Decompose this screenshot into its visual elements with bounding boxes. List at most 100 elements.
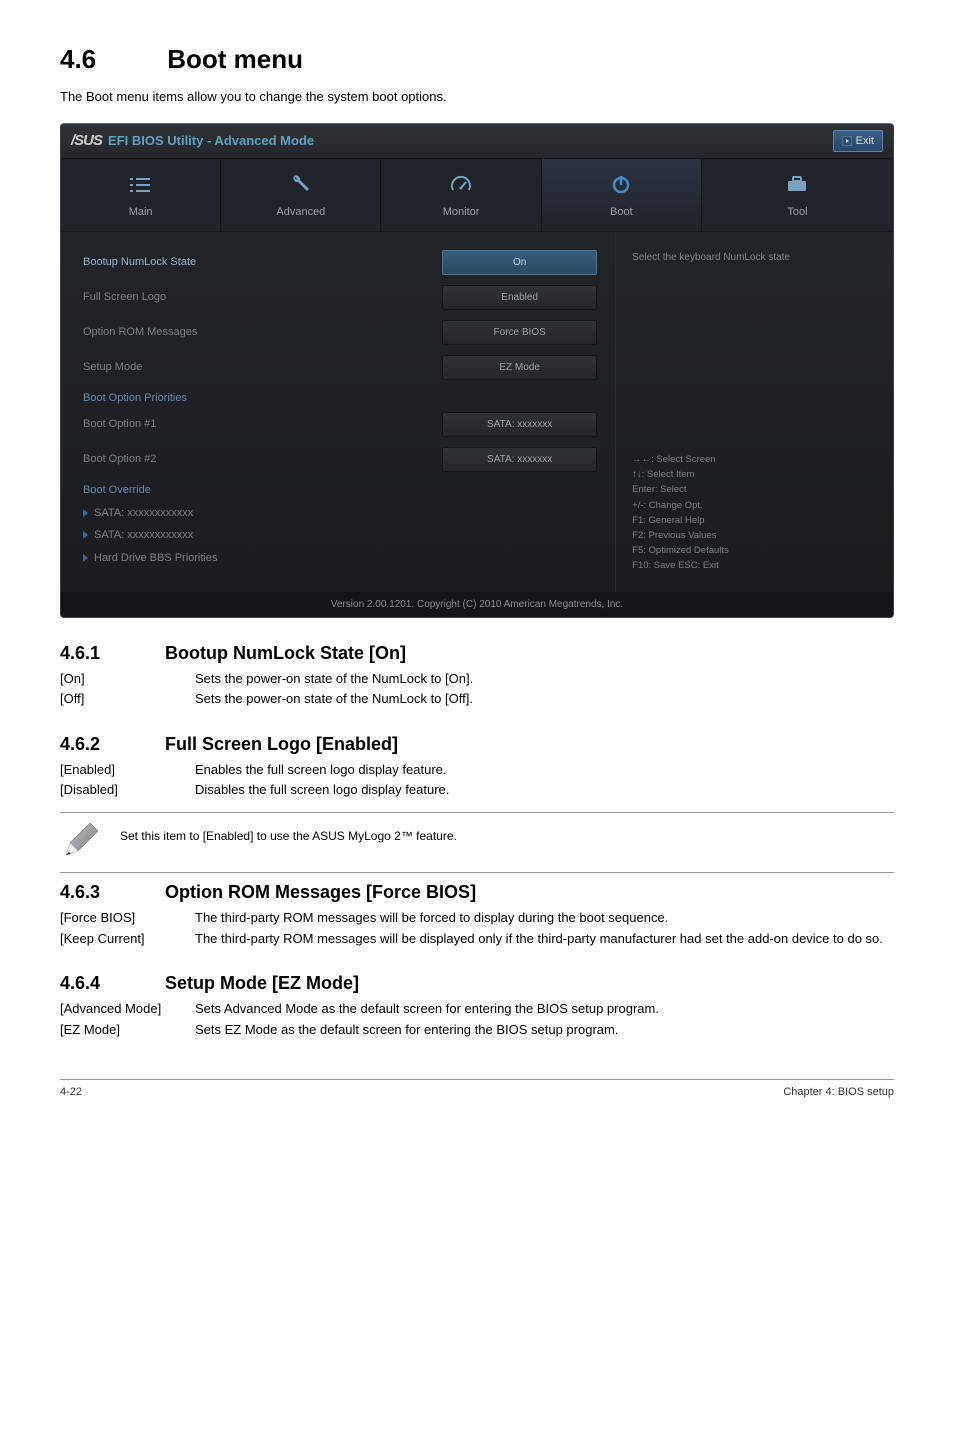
setting-rom-value[interactable]: Force BIOS <box>442 320 597 345</box>
help-key-8: F10: Save ESC: Exit <box>632 558 877 573</box>
tab-main-label: Main <box>129 206 153 218</box>
subsection-464-label: Setup Mode [EZ Mode] <box>165 973 359 993</box>
kv-key: [Enabled] <box>60 760 195 780</box>
note: Set this item to [Enabled] to use the AS… <box>60 812 894 874</box>
help-key-5: F1: General Help <box>632 513 877 528</box>
boot-priorities-header: Boot Option Priorities <box>83 390 597 407</box>
setting-logo-label: Full Screen Logo <box>83 289 442 306</box>
help-key-7: F5: Optimized Defaults <box>632 543 877 558</box>
kv-row: [Off]Sets the power-on state of the NumL… <box>60 689 894 709</box>
kv-val: Enables the full screen logo display fea… <box>195 760 447 780</box>
chapter-label: Chapter 4: BIOS setup <box>783 1084 894 1101</box>
override-item-3-label: Hard Drive BBS Priorities <box>94 550 217 567</box>
kv-val: Disables the full screen logo display fe… <box>195 780 449 800</box>
tab-advanced[interactable]: Advanced <box>221 159 381 231</box>
help-key-2: ↑↓: Select Item <box>632 467 877 482</box>
subsection-462-num: 4.6.2 <box>60 731 160 758</box>
subsection-462: 4.6.2 Full Screen Logo [Enabled] [Enable… <box>60 731 894 874</box>
boot-option-1-label: Boot Option #1 <box>83 416 442 433</box>
subsection-463-num: 4.6.3 <box>60 879 160 906</box>
setting-setup-label: Setup Mode <box>83 359 442 376</box>
kv-val: Sets the power-on state of the NumLock t… <box>195 689 473 709</box>
bios-footer: Version 2.00.1201. Copyright (C) 2010 Am… <box>61 592 893 617</box>
kv-key: [Advanced Mode] <box>60 999 195 1019</box>
tab-advanced-label: Advanced <box>276 206 325 218</box>
override-item-3[interactable]: Hard Drive BBS Priorities <box>83 550 597 567</box>
list-icon <box>61 173 220 197</box>
setting-logo-value[interactable]: Enabled <box>442 285 597 310</box>
subsection-464-num: 4.6.4 <box>60 970 160 997</box>
subsection-461-label: Bootup NumLock State [On] <box>165 643 406 663</box>
kv-key: [Off] <box>60 689 195 709</box>
bios-titlebar: /SUS EFI BIOS Utility - Advanced Mode Ex… <box>61 124 893 160</box>
kv-row: [Disabled]Disables the full screen logo … <box>60 780 894 800</box>
setting-numlock-label: Bootup NumLock State <box>83 254 442 271</box>
kv-key: [EZ Mode] <box>60 1020 195 1040</box>
tab-boot[interactable]: Boot <box>542 159 702 231</box>
bios-title-text: EFI BIOS Utility - Advanced Mode <box>108 131 314 151</box>
tab-monitor[interactable]: Monitor <box>381 159 541 231</box>
subsection-461-title: 4.6.1 Bootup NumLock State [On] <box>60 640 894 667</box>
setting-numlock-value[interactable]: On <box>442 250 597 275</box>
help-title: Select the keyboard NumLock state <box>632 250 877 265</box>
override-item-1[interactable]: SATA: xxxxxxxxxxxx <box>83 505 597 522</box>
help-key-3: Enter: Select <box>632 482 877 497</box>
tab-boot-label: Boot <box>610 206 633 218</box>
intro-text: The Boot menu items allow you to change … <box>60 87 894 107</box>
subsection-461-num: 4.6.1 <box>60 640 160 667</box>
setting-numlock[interactable]: Bootup NumLock State On <box>83 250 597 275</box>
tabbar: Main Advanced Monitor Boot Tool <box>61 159 893 232</box>
bios-title-left: /SUS EFI BIOS Utility - Advanced Mode <box>71 130 314 153</box>
boot-option-2-value[interactable]: SATA: xxxxxxx <box>442 447 597 472</box>
setting-setup[interactable]: Setup Mode EZ Mode <box>83 355 597 380</box>
note-text: Set this item to [Enabled] to use the AS… <box>120 819 457 845</box>
kv-row: [Force BIOS]The third-party ROM messages… <box>60 908 894 928</box>
page-title: 4.6 Boot menu <box>60 40 894 79</box>
help-key-1: →←: Select Screen <box>632 452 877 467</box>
tab-tool[interactable]: Tool <box>702 159 893 231</box>
section-title-text: Boot menu <box>167 40 303 79</box>
help-key-6: F2: Previous Values <box>632 528 877 543</box>
tab-monitor-label: Monitor <box>443 206 480 218</box>
setting-rom-label: Option ROM Messages <box>83 324 442 341</box>
subsection-464-title: 4.6.4 Setup Mode [EZ Mode] <box>60 970 894 997</box>
page-footer: 4-22 Chapter 4: BIOS setup <box>60 1079 894 1101</box>
kv-key: [Force BIOS] <box>60 908 195 928</box>
subsection-462-label: Full Screen Logo [Enabled] <box>165 734 398 754</box>
kv-row: [Advanced Mode]Sets Advanced Mode as the… <box>60 999 894 1019</box>
exit-label: Exit <box>856 133 874 150</box>
subsection-461: 4.6.1 Bootup NumLock State [On] [On]Sets… <box>60 640 894 709</box>
gauge-icon <box>381 173 540 197</box>
override-item-2[interactable]: SATA: xxxxxxxxxxxx <box>83 527 597 544</box>
help-key-4: +/-: Change Opt. <box>632 498 877 513</box>
tab-tool-label: Tool <box>787 206 807 218</box>
bios-body: Bootup NumLock State On Full Screen Logo… <box>61 232 893 592</box>
help-keys: →←: Select Screen ↑↓: Select Item Enter:… <box>632 452 877 574</box>
wrench-icon <box>221 173 380 197</box>
kv-val: Sets Advanced Mode as the default screen… <box>195 999 894 1019</box>
boot-override-header: Boot Override <box>83 482 597 499</box>
kv-val: Sets the power-on state of the NumLock t… <box>195 669 473 689</box>
boot-option-2[interactable]: Boot Option #2 SATA: xxxxxxx <box>83 447 597 472</box>
setting-rom[interactable]: Option ROM Messages Force BIOS <box>83 320 597 345</box>
kv-key: [Disabled] <box>60 780 195 800</box>
boot-option-2-label: Boot Option #2 <box>83 451 442 468</box>
setting-setup-value[interactable]: EZ Mode <box>442 355 597 380</box>
chevron-right-icon <box>83 554 88 562</box>
pencil-icon <box>60 819 104 867</box>
kv-key: [On] <box>60 669 195 689</box>
boot-option-1[interactable]: Boot Option #1 SATA: xxxxxxx <box>83 412 597 437</box>
exit-button[interactable]: Exit <box>833 130 883 153</box>
bios-logo: /SUS <box>71 130 102 153</box>
boot-option-1-value[interactable]: SATA: xxxxxxx <box>442 412 597 437</box>
exit-icon <box>842 136 852 146</box>
setting-logo[interactable]: Full Screen Logo Enabled <box>83 285 597 310</box>
subsection-463: 4.6.3 Option ROM Messages [Force BIOS] [… <box>60 879 894 948</box>
kv-val: The third-party ROM messages will be dis… <box>195 929 894 949</box>
bios-settings-area: Bootup NumLock State On Full Screen Logo… <box>61 232 615 592</box>
tab-main[interactable]: Main <box>61 159 221 231</box>
override-item-2-label: SATA: xxxxxxxxxxxx <box>94 527 193 544</box>
subsection-463-title: 4.6.3 Option ROM Messages [Force BIOS] <box>60 879 894 906</box>
bios-help-pane: Select the keyboard NumLock state →←: Se… <box>615 232 893 592</box>
subsection-463-label: Option ROM Messages [Force BIOS] <box>165 882 476 902</box>
